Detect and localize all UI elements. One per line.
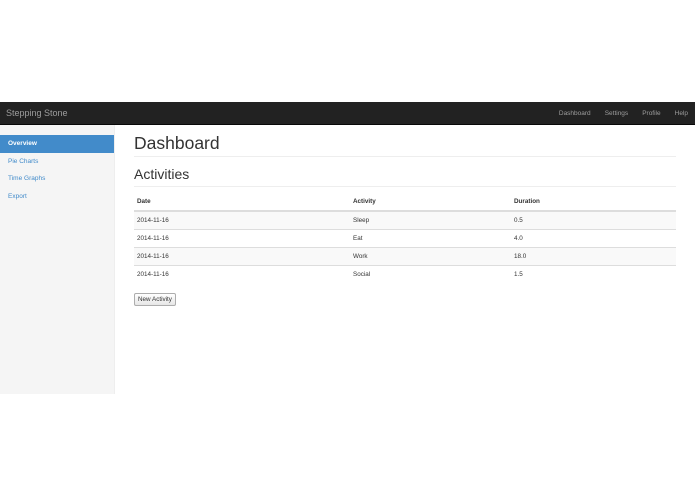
- nav-link-settings[interactable]: Settings: [598, 102, 636, 125]
- column-header-date: Date: [134, 192, 350, 212]
- cell-activity: Work: [350, 247, 511, 266]
- cell-activity: Eat: [350, 229, 511, 248]
- top-navbar: Stepping Stone Dashboard Settings Profil…: [0, 102, 695, 125]
- section-title: Activities: [134, 165, 676, 187]
- main-content: Dashboard Activities Date Activity Durat…: [134, 125, 676, 306]
- sidebar-item-time-graphs[interactable]: Time Graphs: [0, 170, 114, 188]
- new-activity-button[interactable]: New Activity: [134, 293, 176, 306]
- sidebar-item-pie-charts[interactable]: Pie Charts: [0, 153, 114, 171]
- table-row: 2014-11-16 Social 1.5: [134, 265, 676, 283]
- cell-date: 2014-11-16: [134, 265, 350, 283]
- cell-duration: 18.0: [511, 247, 676, 266]
- column-header-activity: Activity: [350, 192, 511, 212]
- table-row: 2014-11-16 Eat 4.0: [134, 229, 676, 248]
- nav-link-profile[interactable]: Profile: [635, 102, 667, 125]
- cell-date: 2014-11-16: [134, 229, 350, 248]
- nav-links: Dashboard Settings Profile Help: [552, 102, 695, 125]
- cell-date: 2014-11-16: [134, 247, 350, 266]
- column-header-duration: Duration: [511, 192, 676, 212]
- activities-table: Date Activity Duration 2014-11-16 Sleep …: [134, 192, 676, 283]
- cell-duration: 1.5: [511, 265, 676, 283]
- table-header-row: Date Activity Duration: [134, 192, 676, 212]
- sidebar-item-export[interactable]: Export: [0, 188, 114, 206]
- cell-activity: Sleep: [350, 210, 511, 230]
- cell-duration: 4.0: [511, 229, 676, 248]
- cell-duration: 0.5: [511, 210, 676, 230]
- nav-link-help[interactable]: Help: [668, 102, 695, 125]
- sidebar: Overview Pie Charts Time Graphs Export: [0, 125, 115, 394]
- table-row: 2014-11-16 Sleep 0.5: [134, 210, 676, 230]
- table-row: 2014-11-16 Work 18.0: [134, 247, 676, 266]
- page-title: Dashboard: [134, 125, 676, 157]
- nav-link-dashboard[interactable]: Dashboard: [552, 102, 598, 125]
- cell-activity: Social: [350, 265, 511, 283]
- brand-link[interactable]: Stepping Stone: [6, 102, 68, 125]
- sidebar-item-overview[interactable]: Overview: [0, 135, 114, 153]
- cell-date: 2014-11-16: [134, 210, 350, 230]
